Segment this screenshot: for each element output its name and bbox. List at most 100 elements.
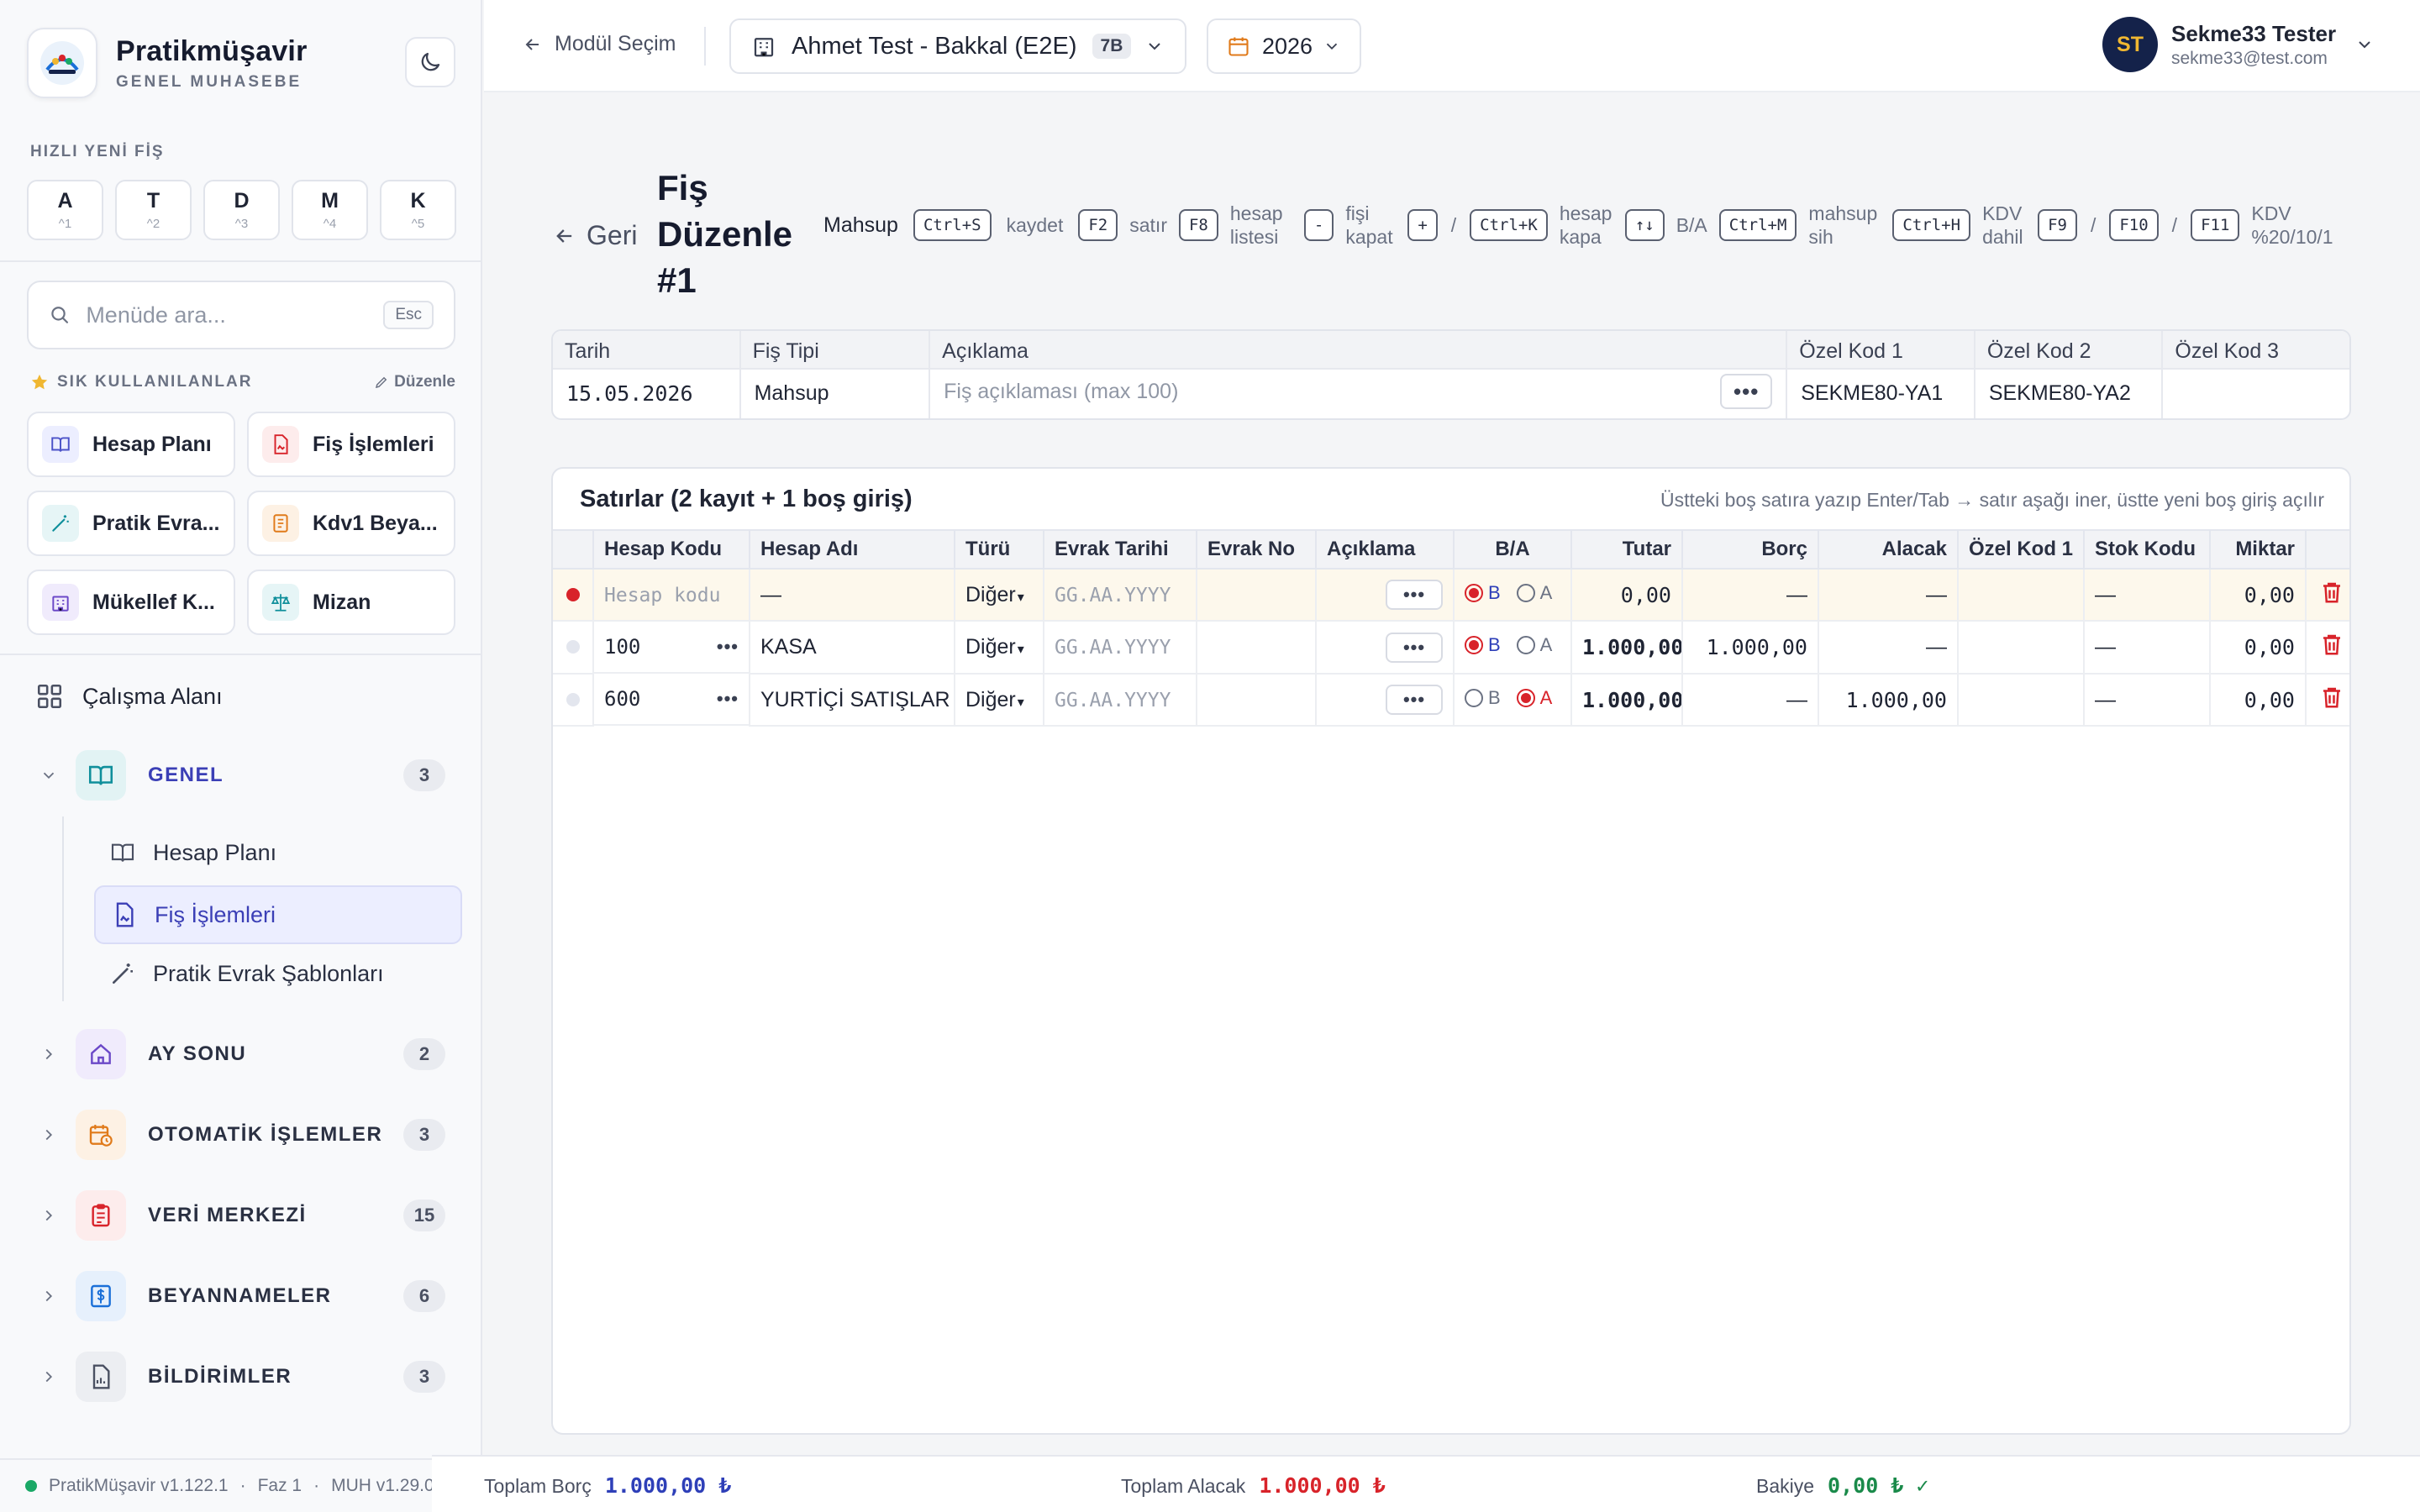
document-date-input[interactable]: GG.AA.YYYY: [1055, 637, 1171, 659]
col-tutar: Tutar: [1571, 529, 1683, 570]
magic-wand-icon: [113, 963, 133, 984]
special-code-input[interactable]: [1958, 569, 2085, 622]
favorite-mizan[interactable]: Mizan: [247, 570, 455, 635]
special-code-2-input[interactable]: SEKME80-YA2: [1975, 370, 2162, 418]
special-code-1-input[interactable]: SEKME80-YA1: [1787, 370, 1974, 418]
quick-voucher-t-button[interactable]: T ^2: [115, 180, 192, 240]
quantity-input[interactable]: 0,00: [2210, 621, 2307, 675]
debit-value: —: [1682, 569, 1819, 622]
total-credit-value: 1.000,00 ₺: [1259, 1473, 1386, 1498]
home-icon: [76, 1029, 126, 1079]
account-lookup-button[interactable]: •••: [717, 688, 739, 710]
quick-voucher-k-button[interactable]: K ^5: [380, 180, 456, 240]
trash-icon[interactable]: [2319, 632, 2344, 657]
special-code-input[interactable]: [1958, 674, 2085, 727]
nav-workspace[interactable]: Çalışma Alanı: [35, 682, 223, 711]
stock-code[interactable]: —: [2084, 674, 2211, 727]
building-icon: [754, 38, 774, 57]
type-select[interactable]: Diğer ▾: [965, 688, 1024, 711]
borc-radio[interactable]: B: [1465, 634, 1501, 656]
special-code-3-input[interactable]: [2163, 370, 2349, 418]
quick-voucher-d-button[interactable]: D ^3: [203, 180, 280, 240]
more-button[interactable]: •••: [1386, 685, 1443, 715]
module-select-back-link[interactable]: Modül Seçim: [523, 32, 676, 56]
favorite-pratik-evrak[interactable]: Pratik Evra...: [27, 491, 235, 556]
date-input[interactable]: 15.05.2026: [553, 370, 739, 418]
document-date-input[interactable]: GG.AA.YYYY: [1055, 690, 1171, 711]
company-selector[interactable]: Ahmet Test - Bakkal (E2E) 7B: [729, 18, 1186, 74]
pencil-icon: [376, 376, 387, 389]
more-button[interactable]: •••: [1386, 632, 1443, 663]
description-field: Açıklama •••: [930, 331, 1788, 418]
account-code-input[interactable]: Hesap kodu: [604, 585, 720, 606]
account-lookup-button[interactable]: •••: [717, 636, 739, 658]
nav-group-ay-sonu[interactable]: AY SONU 2: [34, 1025, 454, 1084]
account-code-input[interactable]: 600: [604, 687, 640, 711]
row-status-dot: [566, 640, 580, 654]
document-no-input[interactable]: [1197, 621, 1317, 675]
favorites-edit-button[interactable]: Düzenle: [374, 373, 455, 391]
brand-subtitle: GENEL MUHASEBE: [116, 72, 302, 91]
chevron-down-icon: ▾: [1017, 695, 1024, 710]
more-button[interactable]: •••: [1720, 374, 1773, 409]
nav-item-hesap-plani[interactable]: Hesap Planı: [94, 823, 462, 882]
chevron-right-icon: [34, 1368, 64, 1386]
description-input[interactable]: [944, 379, 1721, 404]
special-code-input[interactable]: [1958, 621, 2085, 675]
nav-group-bildirimler[interactable]: BİLDİRİMLER 3: [34, 1347, 454, 1406]
favorite-hesap-plani[interactable]: Hesap Planı: [27, 412, 235, 477]
nav-group-genel[interactable]: GENEL 3: [34, 746, 454, 805]
alacak-radio[interactable]: A: [1516, 687, 1552, 709]
amount-input[interactable]: 0,00: [1571, 569, 1683, 622]
quantity-input[interactable]: 0,00: [2210, 674, 2307, 727]
voucher-header-card: Tarih 15.05.2026 Fiş Tipi Mahsup Açıklam…: [551, 329, 2351, 420]
shortcut-key: Ctrl+M: [1718, 209, 1797, 241]
calendar-clock-icon: [76, 1110, 126, 1160]
alacak-radio[interactable]: A: [1516, 582, 1552, 604]
nav-group-veri-merkezi[interactable]: VERİ MERKEZİ 15: [34, 1186, 454, 1245]
table-row-entry: Hesap kodu — Diğer ▾ GG.AA.YYYY ••• B A 0…: [553, 569, 2349, 622]
divider: [0, 654, 481, 655]
borc-radio[interactable]: B: [1465, 582, 1501, 604]
shortcut-key: Ctrl+H: [1892, 209, 1971, 241]
borc-radio[interactable]: B: [1465, 687, 1501, 709]
user-menu[interactable]: ST Sekme33 Tester sekme33@test.com: [2102, 17, 2375, 72]
more-button[interactable]: •••: [1386, 580, 1443, 610]
nav-item-fis-islemleri[interactable]: Fiş İşlemleri: [94, 885, 462, 944]
debit-value: —: [1682, 674, 1819, 727]
quantity-input[interactable]: 0,00: [2210, 569, 2307, 622]
stock-code[interactable]: —: [2084, 621, 2211, 675]
amount-input[interactable]: 1.000,00: [1571, 674, 1683, 727]
nav-item-pratik-evrak-sablonlari[interactable]: Pratik Evrak Şablonları: [94, 944, 462, 1003]
theme-toggle-button[interactable]: [405, 37, 455, 87]
voucher-type-value[interactable]: Mahsup: [741, 370, 929, 418]
favorite-fis-islemleri[interactable]: Fiş İşlemleri: [247, 412, 455, 477]
menu-search-input[interactable]: [86, 302, 384, 328]
quick-voucher-a-button[interactable]: A ^1: [27, 180, 103, 240]
col-aciklama: Açıklama: [1316, 529, 1455, 570]
page-title: Fiş Düzenle #1: [657, 168, 793, 300]
favorite-kdv1-beyanname[interactable]: Kdv1 Beya...: [247, 491, 455, 556]
chevron-down-icon: [1149, 43, 1160, 50]
document-date-input[interactable]: GG.AA.YYYY: [1055, 585, 1171, 606]
nav-group-otomatik-islemler[interactable]: OTOMATİK İŞLEMLER 3: [34, 1105, 454, 1164]
type-select[interactable]: Diğer ▾: [965, 635, 1024, 659]
main-content: Geri Fiş Düzenle #1 Mahsup Ctrl+S kaydet…: [484, 92, 2420, 1453]
favorite-mukellef[interactable]: Mükellef K...: [27, 570, 235, 635]
alacak-radio[interactable]: A: [1516, 634, 1552, 656]
stock-code[interactable]: —: [2084, 569, 2211, 622]
document-no-input[interactable]: [1197, 569, 1317, 622]
type-select[interactable]: Diğer ▾: [965, 583, 1024, 606]
document-no-input[interactable]: [1197, 674, 1317, 727]
quick-voucher-m-button[interactable]: M ^4: [292, 180, 368, 240]
account-code-input[interactable]: 100: [604, 635, 640, 659]
nav-group-beyannameler[interactable]: BEYANNAMELER 6: [34, 1267, 454, 1326]
trash-icon[interactable]: [2319, 580, 2344, 605]
shortcut-key: F11: [2191, 209, 2240, 241]
year-selector[interactable]: 2026: [1207, 18, 1361, 74]
table-header: Hesap Kodu Hesap Adı Türü Evrak Tarihi E…: [553, 529, 2349, 570]
special-code-1-field: Özel Kod 1 SEKME80-YA1: [1787, 331, 1975, 418]
trash-icon[interactable]: [2319, 685, 2344, 710]
back-button[interactable]: Geri: [553, 220, 637, 251]
amount-input[interactable]: 1.000,00: [1571, 621, 1683, 675]
